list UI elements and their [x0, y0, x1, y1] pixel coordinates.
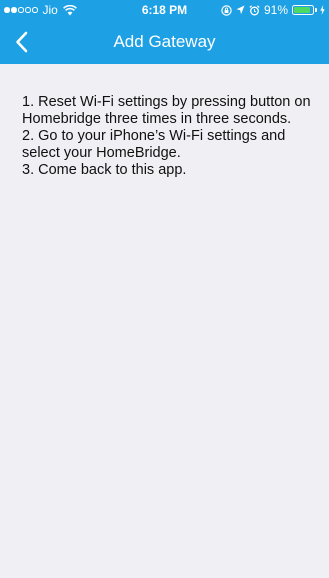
battery-tip: [315, 8, 317, 12]
battery-icon: [292, 5, 314, 15]
instruction-step: 2. Go to your iPhone’s Wi-Fi settings an…: [22, 128, 286, 161]
status-bar: Jio 6:18 PM 91%: [0, 0, 329, 20]
page-title: Add Gateway: [113, 32, 216, 51]
nav-bar: Add Gateway: [0, 20, 329, 64]
instructions: 1. Reset Wi-Fi settings by pressing butt…: [22, 94, 322, 179]
battery-fill: [294, 7, 311, 13]
screen-lock-icon: [221, 4, 232, 16]
battery-percent: 91%: [263, 3, 288, 17]
status-bar-right: 91%: [221, 0, 325, 20]
header: Jio 6:18 PM 91% Add Gateway: [0, 0, 329, 64]
location-arrow-icon: [236, 5, 245, 15]
charging-icon: [320, 5, 325, 15]
instruction-step: 1. Reset Wi-Fi settings by pressing butt…: [22, 94, 311, 127]
instruction-step: 3. Come back to this app.: [22, 162, 187, 178]
alarm-icon: [249, 4, 260, 15]
